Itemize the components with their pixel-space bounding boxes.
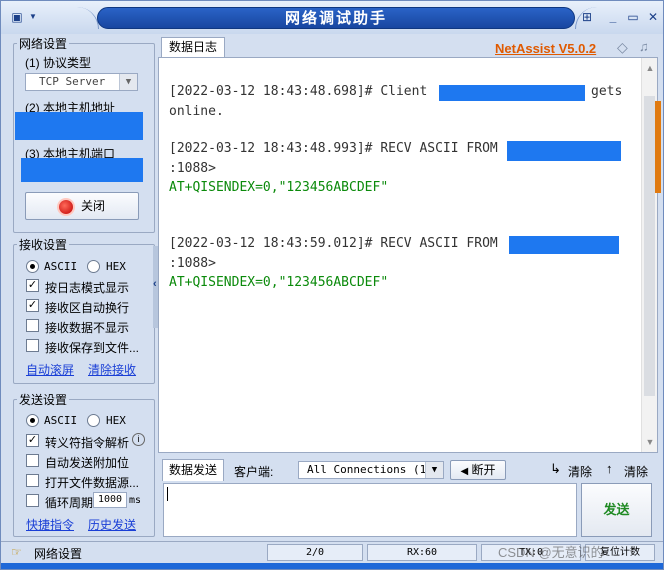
close-button-label: 关闭	[80, 199, 105, 213]
app-menu-icon[interactable]: ▣	[9, 10, 25, 24]
pin-icon[interactable]: ⊞	[579, 10, 595, 24]
log-entry-1-line2: online.	[169, 104, 224, 119]
watermark: CSDN @无意识的	[498, 545, 604, 560]
cycle-label: 循环周期	[45, 496, 94, 510]
disconnect-button[interactable]: ◀ 断开	[450, 460, 506, 480]
cycle-unit: ms	[129, 495, 142, 506]
close-window-icon[interactable]: ✕	[645, 10, 661, 24]
disconnect-label: 断开	[471, 463, 496, 477]
status-label: 网络设置	[34, 547, 83, 561]
log-entry-2-header: [2022-03-12 18:43:48.993]# RECV ASCII FR…	[169, 141, 498, 156]
protocol-select[interactable]: TCP Server ▼	[25, 73, 138, 91]
send-settings-title: 发送设置	[17, 391, 70, 408]
status-rx: RX:60	[367, 544, 477, 561]
log-mode-checkbox[interactable]: ✓	[26, 279, 39, 292]
cycle-checkbox[interactable]	[26, 494, 39, 507]
auto-append-label: 自动发送附加位	[45, 456, 130, 470]
app-window: ▣ ▼ 网络调试助手 ⊞ _ ▭ ✕ 网络设置 (1) 协议类型 TCP Ser…	[0, 0, 664, 570]
info-icon[interactable]: i	[132, 433, 145, 446]
send-toolbar: 数据发送 客户端: All Connections (1) ▼ ◀ 断开 ↳ 清…	[158, 457, 658, 483]
bottom-edge	[1, 563, 663, 569]
text-cursor	[167, 487, 168, 501]
save-to-file-label: 接收保存到文件...	[45, 341, 140, 355]
cycle-period-input[interactable]: 1000	[93, 492, 127, 508]
red-led-icon	[58, 199, 73, 214]
connections-select[interactable]: All Connections (1) ▼	[298, 461, 444, 479]
send-hex-label: HEX	[106, 414, 126, 427]
diamond-icon[interactable]: ◇	[617, 39, 633, 55]
tab-data-log[interactable]: 数据日志	[161, 37, 225, 57]
history-link[interactable]: 历史发送	[88, 516, 136, 533]
maximize-icon[interactable]: ▭	[625, 10, 641, 24]
sender-address-redacted	[509, 236, 619, 254]
receive-ascii-label: ASCII	[44, 260, 78, 273]
sender-address-redacted	[507, 141, 621, 161]
tab-data-send[interactable]: 数据发送	[162, 459, 224, 481]
clear-arrow-up-icon[interactable]: ↑	[606, 461, 613, 476]
minimize-icon[interactable]: _	[605, 10, 621, 24]
hide-data-checkbox[interactable]	[26, 319, 39, 332]
send-ascii-radio[interactable]	[26, 414, 39, 427]
chevron-down-icon[interactable]: ▼	[425, 462, 443, 478]
save-to-file-checkbox[interactable]	[26, 339, 39, 352]
send-hex-radio[interactable]	[87, 414, 100, 427]
send-text-input[interactable]	[163, 483, 577, 537]
send-ascii-label: ASCII	[44, 414, 78, 427]
autoscroll-link[interactable]: 自动滚屏	[26, 361, 74, 378]
host-address-redacted[interactable]	[15, 112, 143, 140]
clear-receive-link[interactable]: 清除接收	[88, 361, 136, 378]
clear-send-button[interactable]: 清除	[624, 463, 648, 480]
scroll-down-icon[interactable]: ▼	[642, 434, 658, 450]
port-redacted[interactable]	[21, 158, 143, 182]
shortcuts-link[interactable]: 快捷指令	[26, 516, 74, 533]
status-bar: ☞ 网络设置 2/0 RX:60 TX:0 复位计数 CSDN @无意识的	[1, 541, 663, 563]
escape-parse-label: 转义符指令解析	[45, 436, 130, 450]
back-arrow-icon: ◀	[460, 466, 469, 477]
auto-wrap-label: 接收区自动换行	[45, 301, 130, 315]
network-settings-title: 网络设置	[17, 35, 70, 52]
escape-parse-checkbox[interactable]: ✓	[26, 434, 39, 447]
chevron-down-icon[interactable]: ▼	[119, 74, 137, 90]
client-label: 客户端:	[234, 465, 274, 479]
receive-settings-title: 接收设置	[17, 236, 70, 253]
clear-receive-button[interactable]: 清除	[568, 463, 592, 480]
log-mode-label: 按日志模式显示	[45, 281, 130, 295]
dropdown-icon[interactable]: ▼	[25, 10, 41, 24]
scroll-accent	[655, 101, 661, 193]
log-entry-3-data: AT+QISENDEX=0,"123456ABCDEF"	[169, 275, 389, 290]
log-entry-1-header: [2022-03-12 18:43:48.698]# Client	[169, 84, 428, 99]
receive-log-area[interactable]: [2022-03-12 18:43:48.698]# Client gets o…	[158, 57, 658, 453]
protocol-value: TCP Server	[39, 75, 106, 88]
scroll-up-icon[interactable]: ▲	[642, 60, 658, 76]
receive-hex-label: HEX	[106, 260, 126, 273]
connections-value: All Connections (1)	[307, 463, 433, 476]
bell-icon[interactable]: ♫	[639, 39, 655, 55]
status-count: 2/0	[267, 544, 363, 561]
file-source-label: 打开文件数据源...	[45, 476, 140, 490]
hide-data-label: 接收数据不显示	[45, 321, 130, 335]
auto-wrap-checkbox[interactable]: ✓	[26, 299, 39, 312]
client-address-redacted	[439, 85, 585, 101]
send-button[interactable]: 发送	[581, 483, 652, 537]
log-entry-2-data: AT+QISENDEX=0,"123456ABCDEF"	[169, 180, 389, 195]
settings-icon: ☞	[11, 545, 22, 559]
auto-append-checkbox[interactable]	[26, 454, 39, 467]
close-connection-button[interactable]: 关闭	[25, 192, 139, 220]
title-decoration-left	[47, 7, 99, 29]
title-bar: ▣ ▼ 网络调试助手 ⊞ _ ▭ ✕	[1, 1, 663, 34]
scroll-thumb[interactable]	[644, 96, 655, 396]
log-entry-3-header: [2022-03-12 18:43:59.012]# RECV ASCII FR…	[169, 236, 498, 251]
brand-link[interactable]: NetAssist V5.0.2	[495, 41, 596, 56]
receive-ascii-radio[interactable]	[26, 260, 39, 273]
clear-arrow-icon[interactable]: ↳	[550, 461, 561, 477]
log-entry-1-tail: gets	[591, 84, 623, 99]
file-source-checkbox[interactable]	[26, 474, 39, 487]
log-entry-2-line2: :1088>	[169, 161, 216, 176]
log-entry-3-line2: :1088>	[169, 256, 216, 271]
protocol-label: (1) 协议类型	[25, 56, 92, 70]
receive-hex-radio[interactable]	[87, 260, 100, 273]
window-title: 网络调试助手	[97, 7, 575, 29]
